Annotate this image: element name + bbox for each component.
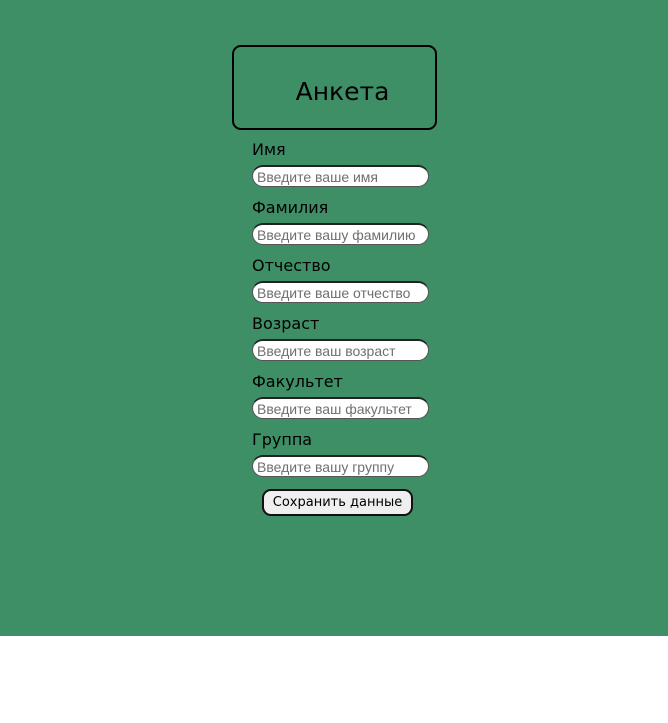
field-patronymic: Отчество — [252, 254, 432, 312]
last-name-label: Фамилия — [252, 198, 329, 217]
age-label: Возраст — [252, 314, 320, 333]
field-group: Группа — [252, 428, 432, 486]
group-label: Группа — [252, 430, 313, 449]
first-name-input[interactable] — [252, 165, 429, 187]
page-title: Анкета — [295, 77, 390, 106]
faculty-input[interactable] — [252, 397, 429, 419]
patronymic-input[interactable] — [252, 281, 429, 303]
patronymic-label: Отчество — [252, 256, 331, 275]
header-box: Анкета — [232, 45, 437, 130]
field-last-name: Фамилия — [252, 196, 432, 254]
age-input[interactable] — [252, 339, 429, 361]
field-faculty: Факультет — [252, 370, 432, 428]
last-name-input[interactable] — [252, 223, 429, 245]
field-age: Возраст — [252, 312, 432, 370]
questionnaire-form: Имя Фамилия Отчество Возраст Факультет Г… — [252, 138, 432, 486]
page-background: Анкета Имя Фамилия Отчество Возраст Факу… — [0, 0, 668, 636]
field-first-name: Имя — [252, 138, 432, 196]
group-input[interactable] — [252, 455, 429, 477]
save-data-button[interactable]: Сохранить данные — [262, 489, 413, 516]
first-name-label: Имя — [252, 140, 286, 159]
faculty-label: Факультет — [252, 372, 343, 391]
